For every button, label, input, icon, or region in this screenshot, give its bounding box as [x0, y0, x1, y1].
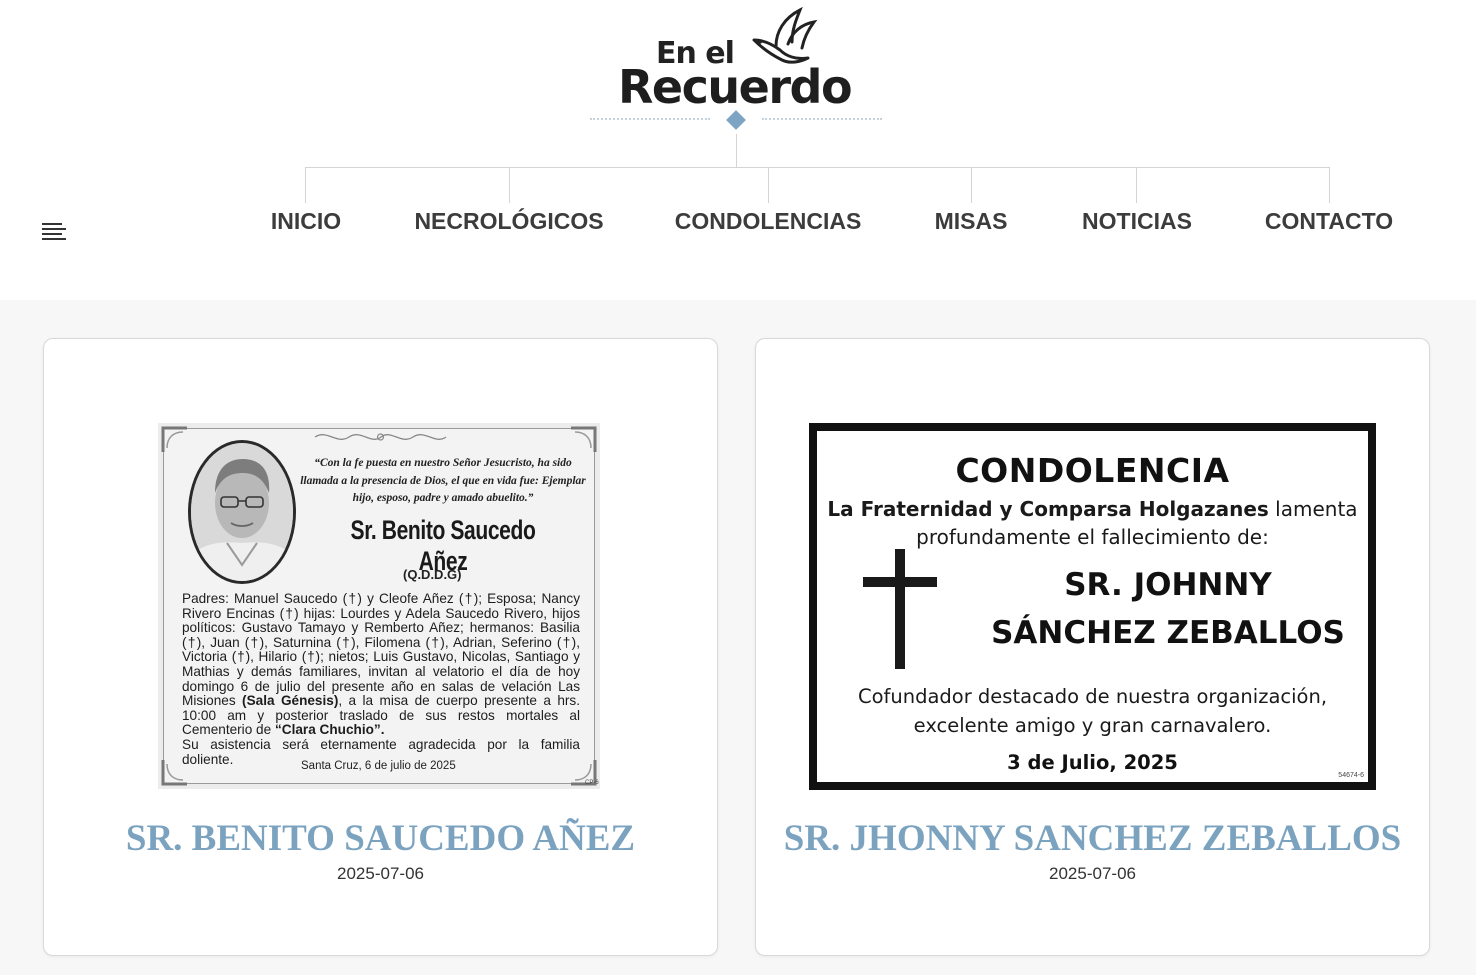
- site-logo[interactable]: En el Recuerdo: [590, 6, 890, 136]
- obituary-notice-image[interactable]: “Con la fe puesta en nuestro Señor Jesuc…: [158, 423, 600, 789]
- nav-item-misas[interactable]: MISAS: [935, 208, 1008, 235]
- hamburger-menu-icon[interactable]: [42, 223, 66, 241]
- nav-tree-stem: [736, 134, 737, 167]
- logo-divider-right: [762, 118, 882, 120]
- site-header: En el Recuerdo INICIO NECROLÓGICOS CONDO…: [0, 0, 1476, 300]
- notice-code: 54674-6: [1338, 772, 1364, 779]
- notice-place-date: Santa Cruz, 6 de julio de 2025: [301, 760, 456, 772]
- logo-divider-left: [590, 118, 710, 120]
- nav-item-inicio[interactable]: INICIO: [271, 208, 341, 235]
- notice-date: 3 de Julio, 2025: [1007, 751, 1178, 774]
- nav-tree-drop: [509, 167, 510, 203]
- dove-icon: [752, 6, 818, 64]
- card-title-link[interactable]: SR. BENITO SAUCEDO AÑEZ: [44, 817, 717, 860]
- nav-tree-bar: [305, 167, 1330, 168]
- corner-ornament-icon: [161, 426, 187, 452]
- card-date: 2025-07-06: [337, 864, 424, 883]
- deceased-portrait: [188, 440, 296, 584]
- nav-item-contacto[interactable]: CONTACTO: [1265, 208, 1393, 235]
- flourish-ornament-icon: [314, 433, 447, 441]
- nav-tree-drop: [305, 167, 306, 203]
- obituary-card[interactable]: CONDOLENCIA La Fraternidad y Comparsa Ho…: [755, 338, 1430, 956]
- notice-qddg: (Q.D.D.G): [403, 567, 462, 582]
- corner-ornament-icon: [571, 426, 597, 452]
- nav-item-necrologicos[interactable]: NECROLÓGICOS: [414, 208, 603, 235]
- nav-tree-drop: [768, 167, 769, 203]
- card-title-link[interactable]: SR. JHONNY SANCHEZ ZEBALLOS: [756, 817, 1429, 860]
- cross-icon: [863, 549, 937, 669]
- notice-heading: CONDOLENCIA: [955, 451, 1230, 490]
- notice-deceased-name: SR. JOHNNY SÁNCHEZ ZEBALLOS: [991, 567, 1345, 651]
- obituary-card[interactable]: “Con la fe puesta en nuestro Señor Jesuc…: [43, 338, 718, 956]
- nav-item-noticias[interactable]: NOTICIAS: [1082, 208, 1192, 235]
- nav-tree-drop: [1136, 167, 1137, 203]
- nav-tree-drop: [1329, 167, 1330, 203]
- nav-item-condolencias[interactable]: CONDOLENCIAS: [675, 208, 862, 235]
- notice-code: CP-6: [585, 780, 599, 786]
- notice-quote: “Con la fe puesta en nuestro Señor Jesuc…: [300, 457, 586, 504]
- card-date: 2025-07-06: [1049, 864, 1136, 883]
- notice-body-text: Padres: Manuel Saucedo (†) y Cleofe Añez…: [182, 591, 581, 767]
- logo-text-line2: Recuerdo: [618, 60, 853, 114]
- notice-intro: La Fraternidad y Comparsa Holgazanes lam…: [827, 497, 1358, 549]
- nav-tree-drop: [971, 167, 972, 203]
- notice-description: Cofundador destacado de nuestra organiza…: [857, 685, 1328, 737]
- condolence-notice-image[interactable]: CONDOLENCIA La Fraternidad y Comparsa Ho…: [809, 423, 1376, 790]
